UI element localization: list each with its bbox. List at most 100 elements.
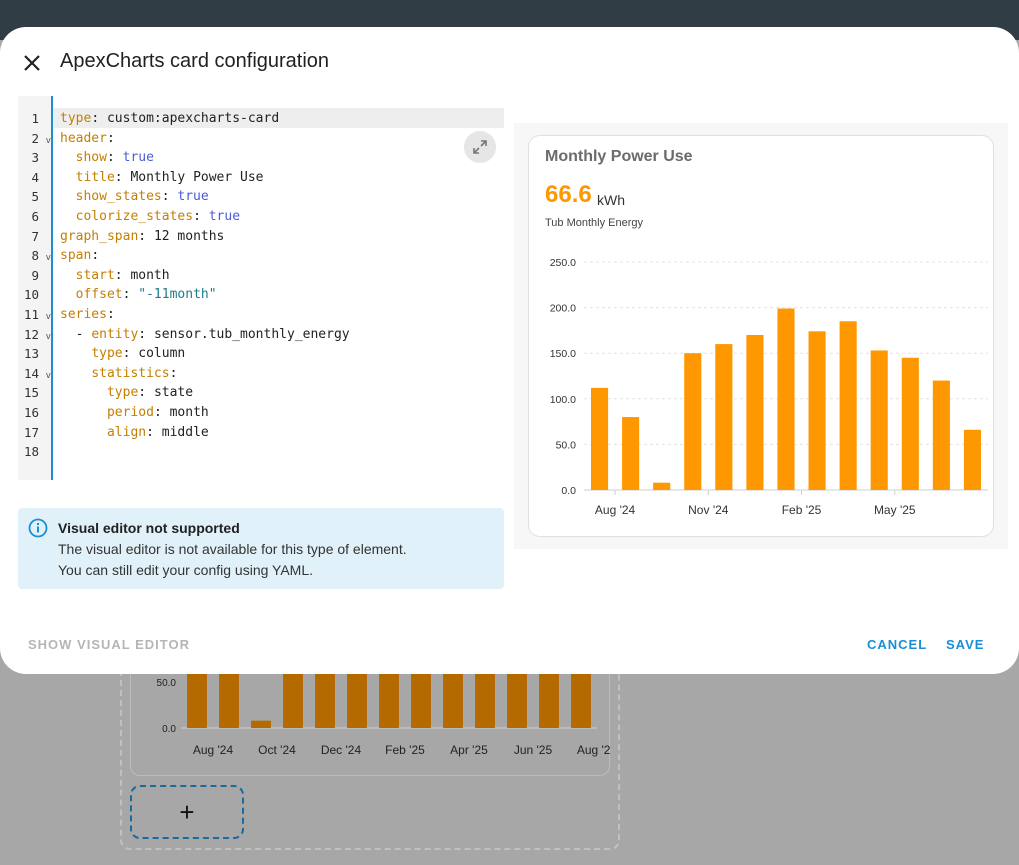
yaml-separator: : <box>91 111 107 126</box>
expand-editor-button[interactable] <box>464 131 496 163</box>
x-tick-label: May '25 <box>874 503 916 517</box>
state-unit: kWh <box>597 192 625 208</box>
x-tick-label: Aug '24 <box>193 743 234 757</box>
line-number-gutter: 1 2 v 3 4 5 6 7 8 v 9 10 11 v 12 v 13 14 v 15 16 17 18 <box>18 96 53 480</box>
code-line: statistics: <box>60 364 177 384</box>
code-line: header: <box>60 129 115 149</box>
yaml-key: title <box>75 169 115 185</box>
yaml-key: period <box>106 405 154 420</box>
yaml-value: true <box>177 189 209 205</box>
line-number-label: 16 <box>23 405 39 420</box>
line-number-label: 13 <box>23 346 39 362</box>
code-line: type: column <box>60 344 185 364</box>
bar[interactable] <box>808 331 826 490</box>
yaml-key: offset <box>75 287 123 303</box>
code-line: colorize_states: true <box>60 207 240 227</box>
line-number-label: 3 <box>31 150 39 166</box>
card-title: Monthly Power Use <box>545 148 693 165</box>
code-line: series: <box>60 305 115 325</box>
line-number: 12 v <box>18 325 53 345</box>
bar[interactable] <box>963 429 982 490</box>
x-tick-label: Oct '24 <box>258 743 296 757</box>
x-tick-label: Dec '24 <box>321 743 362 757</box>
yaml-editor[interactable]: 1 2 v 3 4 5 6 7 8 v 9 10 11 v 12 v 13 14 v 15 16 17 18 type: c… <box>18 96 504 480</box>
code-line: span: <box>60 246 99 266</box>
cancel-button[interactable]: CANCEL <box>867 637 927 652</box>
yaml-separator: : <box>169 365 178 381</box>
y-tick-label: 150.0 <box>550 348 576 360</box>
yaml-key: show_states <box>75 189 162 205</box>
yaml-separator: : <box>138 326 154 342</box>
line-number: 11 v <box>18 305 53 325</box>
y-tick-label: 100.0 <box>550 394 576 406</box>
line-number: 15 <box>18 383 53 403</box>
bar[interactable] <box>901 357 919 490</box>
yaml-separator: : <box>138 228 154 244</box>
line-number: 2v <box>18 129 53 149</box>
line-number-label: 15 <box>23 385 39 401</box>
x-tick-label: Feb '25 <box>385 743 425 757</box>
line-number-label: 8 <box>31 248 39 264</box>
x-tick-label: Feb '25 <box>782 503 822 517</box>
bar[interactable] <box>777 308 795 490</box>
bar[interactable] <box>839 321 857 490</box>
bar[interactable] <box>653 482 671 490</box>
y-tick-label: 0.0 <box>162 724 176 735</box>
code-area[interactable]: type: custom:apexcharts-card header: show… <box>53 96 504 480</box>
x-tick-label: Apr '25 <box>450 743 488 757</box>
yaml-separator: : <box>161 189 178 205</box>
y-tick-label: 0.0 <box>561 485 576 497</box>
line-number: 4 <box>18 168 53 188</box>
yaml-separator: : <box>193 209 209 224</box>
line-number: 1 <box>18 109 53 129</box>
yaml-key: colorize_states <box>75 209 194 224</box>
expand-icon <box>473 140 487 154</box>
yaml-key: start <box>75 267 115 283</box>
bar[interactable] <box>590 387 609 490</box>
yaml-key: type <box>60 111 92 126</box>
bar[interactable] <box>251 720 271 728</box>
code-line: start: month <box>60 266 170 286</box>
line-number: 7 <box>18 227 53 247</box>
line-number-label: 4 <box>31 169 39 185</box>
info-icon <box>28 518 48 538</box>
save-button[interactable]: SAVE <box>946 637 984 652</box>
show-visual-editor-button[interactable]: SHOW VISUAL EDITOR <box>28 637 190 652</box>
bar[interactable] <box>622 417 640 490</box>
bar[interactable] <box>746 334 764 490</box>
bar[interactable] <box>684 353 702 490</box>
line-number-label: 2 <box>31 130 39 146</box>
close-button[interactable] <box>18 49 46 77</box>
line-number-label: 18 <box>23 444 39 460</box>
line-number: 5 <box>18 187 53 207</box>
line-number-label: 7 <box>31 228 39 244</box>
code-line: title: Monthly Power Use <box>60 168 264 188</box>
line-number-label: 1 <box>31 111 39 126</box>
bar[interactable] <box>870 350 888 490</box>
yaml-key: type <box>91 346 123 362</box>
y-tick-label: 50.0 <box>556 439 577 451</box>
yaml-key: graph_span <box>60 228 139 244</box>
yaml-value: true <box>122 150 154 166</box>
yaml-key: series <box>60 307 107 322</box>
yaml-value: custom:apexcharts-card <box>106 111 280 126</box>
yaml-separator: : <box>122 346 139 362</box>
yaml-separator: : <box>91 248 100 264</box>
bar[interactable] <box>932 380 950 490</box>
bar[interactable] <box>571 667 591 728</box>
dialog-title: ApexCharts card configuration <box>60 50 330 72</box>
yaml-separator: : <box>106 307 115 322</box>
bar[interactable] <box>715 344 733 490</box>
yaml-value: true <box>208 209 241 224</box>
add-card-button[interactable]: + <box>130 785 244 839</box>
line-number-label: 17 <box>23 424 39 440</box>
monthly-power-chart: 0.0 50.0 100.0 150.0 200.0 250.0 Aug '24 Nov '2… <box>550 257 988 517</box>
state-name: Tub Monthly Energy <box>545 217 644 229</box>
x-tick-label: Aug '25 <box>577 743 611 757</box>
yaml-value: middle <box>161 424 209 440</box>
code-line: show_states: true <box>60 187 209 207</box>
code-line: - entity: sensor.tub_monthly_energy <box>60 325 350 345</box>
yaml-key: header <box>60 130 107 146</box>
